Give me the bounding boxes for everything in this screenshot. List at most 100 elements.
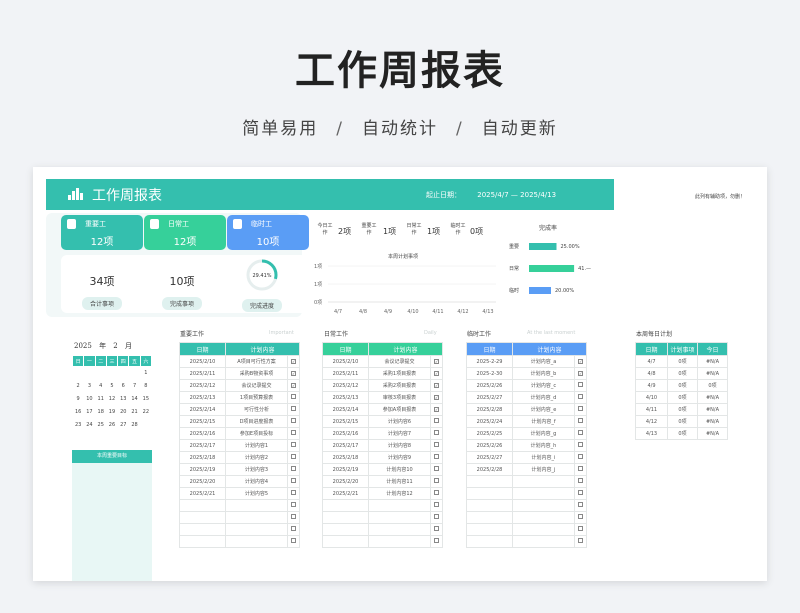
calendar-day[interactable]: 2 — [73, 380, 84, 393]
done-checkbox[interactable] — [429, 451, 444, 464]
done-checkbox[interactable] — [286, 403, 301, 416]
done-checkbox[interactable] — [286, 487, 301, 500]
done-checkbox[interactable] — [573, 451, 588, 464]
end-date[interactable]: 2025/4/13 — [520, 191, 556, 199]
calendar-day[interactable]: 28 — [129, 419, 140, 432]
table-row: 2025/2/18 计划内容9 — [322, 451, 444, 464]
calendar-day[interactable]: 9 — [73, 393, 84, 406]
done-checkbox[interactable] — [429, 415, 444, 428]
done-checkbox[interactable] — [286, 475, 301, 488]
calendar-day[interactable]: 11 — [95, 393, 106, 406]
done-checkbox[interactable] — [573, 427, 588, 440]
done-checkbox[interactable] — [429, 511, 444, 524]
content-cell: 计划内容4 — [225, 475, 288, 488]
card-important[interactable]: 重要工 12项 — [61, 215, 143, 250]
done-checkbox[interactable] — [573, 379, 588, 392]
done-checkbox[interactable] — [573, 499, 588, 512]
done-checkbox[interactable] — [573, 415, 588, 428]
calendar-day[interactable]: 17 — [84, 406, 95, 419]
content-cell — [368, 499, 431, 512]
table-row: 2025-2-30 计划内容_b ✓ — [466, 367, 588, 380]
table-row: 4/13 0项 #N/A — [635, 427, 728, 440]
weekday-header: 五 — [128, 355, 141, 367]
calendar-day[interactable]: 7 — [129, 380, 140, 393]
calendar-day[interactable]: 10 — [84, 393, 95, 406]
content-cell: 会议记录提交 — [368, 355, 431, 368]
done-checkbox[interactable] — [429, 475, 444, 488]
done-checkbox[interactable] — [573, 487, 588, 500]
calendar-day[interactable]: 27 — [118, 419, 129, 432]
calendar-day[interactable]: 13 — [118, 393, 129, 406]
calendar-day[interactable]: 25 — [95, 419, 106, 432]
calendar-day[interactable]: 5 — [106, 380, 117, 393]
done-checkbox[interactable] — [429, 427, 444, 440]
done-checkbox[interactable] — [429, 463, 444, 476]
done-checkbox[interactable] — [429, 499, 444, 512]
done-checkbox[interactable] — [286, 427, 301, 440]
card-daily[interactable]: 日常工 12项 — [144, 215, 226, 250]
done-checkbox[interactable] — [286, 499, 301, 512]
done-checkbox[interactable] — [429, 535, 444, 548]
table-row: 2025/2/10 A项目可行性方案 ✓ — [179, 355, 301, 368]
calendar-day[interactable]: 23 — [73, 419, 84, 432]
done-checkbox[interactable] — [573, 439, 588, 452]
done-checkbox[interactable]: ✓ — [286, 379, 301, 392]
date-cell: 2025/2/16 — [322, 427, 369, 440]
done-checkbox[interactable] — [573, 511, 588, 524]
done-checkbox[interactable] — [573, 523, 588, 536]
done-checkbox[interactable] — [286, 523, 301, 536]
done-checkbox[interactable] — [573, 463, 588, 476]
done-checkbox[interactable] — [286, 535, 301, 548]
done-checkbox[interactable]: ✓ — [429, 355, 444, 368]
start-date[interactable]: 2025/4/7 — [477, 191, 508, 199]
calendar-day[interactable]: 21 — [129, 406, 140, 419]
calendar-day[interactable]: 14 — [129, 393, 140, 406]
done-checkbox[interactable] — [286, 451, 301, 464]
calendar-day[interactable]: 18 — [95, 406, 106, 419]
calendar-day[interactable]: 4 — [95, 380, 106, 393]
done-checkbox[interactable]: ✓ — [573, 367, 588, 380]
calendar-day[interactable]: 6 — [118, 380, 129, 393]
done-checkbox[interactable] — [573, 535, 588, 548]
calendar-day[interactable]: 16 — [73, 406, 84, 419]
done-checkbox[interactable]: ✓ — [286, 367, 301, 380]
content-cell — [512, 535, 575, 548]
calendar-day[interactable]: 3 — [84, 380, 95, 393]
date-cell: 2025-2-29 — [466, 355, 513, 368]
done-checkbox[interactable] — [573, 475, 588, 488]
done-checkbox[interactable] — [429, 439, 444, 452]
card-temporary[interactable]: 临时工 10项 — [227, 215, 309, 250]
calendar-day[interactable]: 19 — [106, 406, 117, 419]
done-checkbox[interactable] — [286, 391, 301, 404]
done-checkbox[interactable]: ✓ — [573, 355, 588, 368]
calendar-day[interactable]: 15 — [140, 393, 151, 406]
calendar-day[interactable]: 24 — [84, 419, 95, 432]
done-checkbox[interactable] — [573, 403, 588, 416]
table-row — [322, 511, 444, 524]
content-cell — [225, 499, 288, 512]
date-cell: 2025/2/15 — [322, 415, 369, 428]
done-checkbox[interactable] — [286, 439, 301, 452]
done-checkbox[interactable]: ✓ — [429, 379, 444, 392]
calendar-day[interactable]: 12 — [106, 393, 117, 406]
calendar-day[interactable]: 20 — [118, 406, 129, 419]
document-icon — [67, 219, 76, 229]
calendar-day — [118, 367, 129, 380]
done-checkbox[interactable]: ✓ — [429, 367, 444, 380]
calendar-day[interactable]: 22 — [140, 406, 151, 419]
calendar-day[interactable]: 1 — [140, 367, 151, 380]
table-row: 2025/2/12 采购2项目报表 ✓ — [322, 379, 444, 392]
table-row: 2025/2/19 计划内容3 — [179, 463, 301, 476]
done-checkbox[interactable]: ✓ — [286, 355, 301, 368]
done-checkbox[interactable] — [429, 487, 444, 500]
done-checkbox[interactable] — [286, 463, 301, 476]
calendar-day[interactable]: 26 — [106, 419, 117, 432]
done-checkbox[interactable]: ✓ — [429, 391, 444, 404]
weekly-goal-area[interactable] — [72, 463, 152, 581]
done-checkbox[interactable] — [286, 511, 301, 524]
done-checkbox[interactable] — [286, 415, 301, 428]
done-checkbox[interactable] — [429, 523, 444, 536]
done-checkbox[interactable] — [573, 391, 588, 404]
done-checkbox[interactable]: ✓ — [429, 403, 444, 416]
calendar-day[interactable]: 8 — [140, 380, 151, 393]
